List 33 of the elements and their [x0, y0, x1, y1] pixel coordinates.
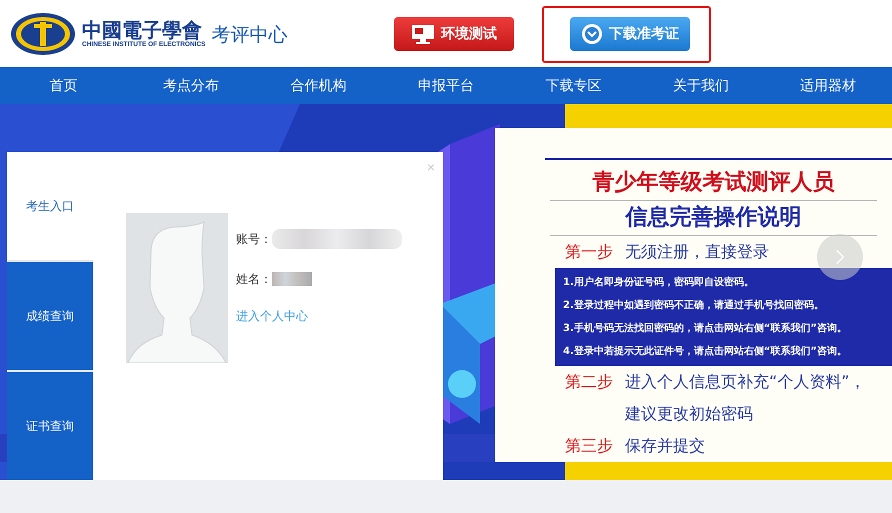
- nav-link[interactable]: 合作机构: [254, 67, 382, 104]
- note-text: 2.登录过程中如遇到密码不正确，请通过手机号找回密码。: [563, 298, 825, 313]
- emblem-icon: [10, 12, 76, 56]
- nav-link[interactable]: 关于我们: [637, 67, 765, 104]
- nav-link[interactable]: 下载专区: [510, 67, 638, 104]
- organization-name: 中國電子學會: [82, 19, 202, 41]
- nav-link[interactable]: 首页: [0, 67, 128, 104]
- step-text: 保存并提交: [625, 435, 705, 457]
- step-text: 进入个人信息页补充“个人资料”，: [625, 371, 866, 393]
- note-text: 4.登录中若提示无此证件号，请点击网站右侧“联系我们”咨询。: [563, 344, 848, 359]
- chevron-right-icon: [835, 248, 845, 266]
- note-text: 1.用户名即身份证号码，密码即自设密码。: [563, 275, 755, 290]
- field-label: 账号：: [236, 230, 272, 248]
- login-tab[interactable]: 成绩查询: [7, 260, 93, 370]
- banner-title: 青少年等级考试测评人员: [550, 166, 877, 201]
- banner-title: 信息完善操作说明: [550, 201, 877, 236]
- step-label: 第三步: [565, 435, 613, 457]
- chevron-down-circle-icon: [581, 22, 603, 44]
- step-label: 第二步: [565, 371, 613, 393]
- next-slide-button[interactable]: [817, 234, 863, 280]
- site-subtitle: 考评中心: [212, 22, 288, 48]
- nav-link[interactable]: 考点分布: [127, 67, 255, 104]
- environment-test-button[interactable]: 环境测试: [394, 16, 514, 50]
- monitor-icon: [411, 24, 435, 44]
- nav-link[interactable]: 申报平台: [382, 67, 510, 104]
- download-ticket-button[interactable]: 下载准考证: [570, 16, 690, 50]
- step-label: 第一步: [565, 241, 613, 263]
- note-text: 3.手机号码无法找回密码的，请点击网站右侧“联系我们”咨询。: [563, 322, 848, 336]
- field-label: 姓名：: [236, 270, 272, 288]
- login-tab[interactable]: 证书查询: [7, 370, 93, 480]
- step-text: 建议更改初始密码: [625, 403, 754, 425]
- nav-link[interactable]: 适用器材: [764, 67, 892, 104]
- step-text: 无须注册，直接登录: [625, 241, 769, 263]
